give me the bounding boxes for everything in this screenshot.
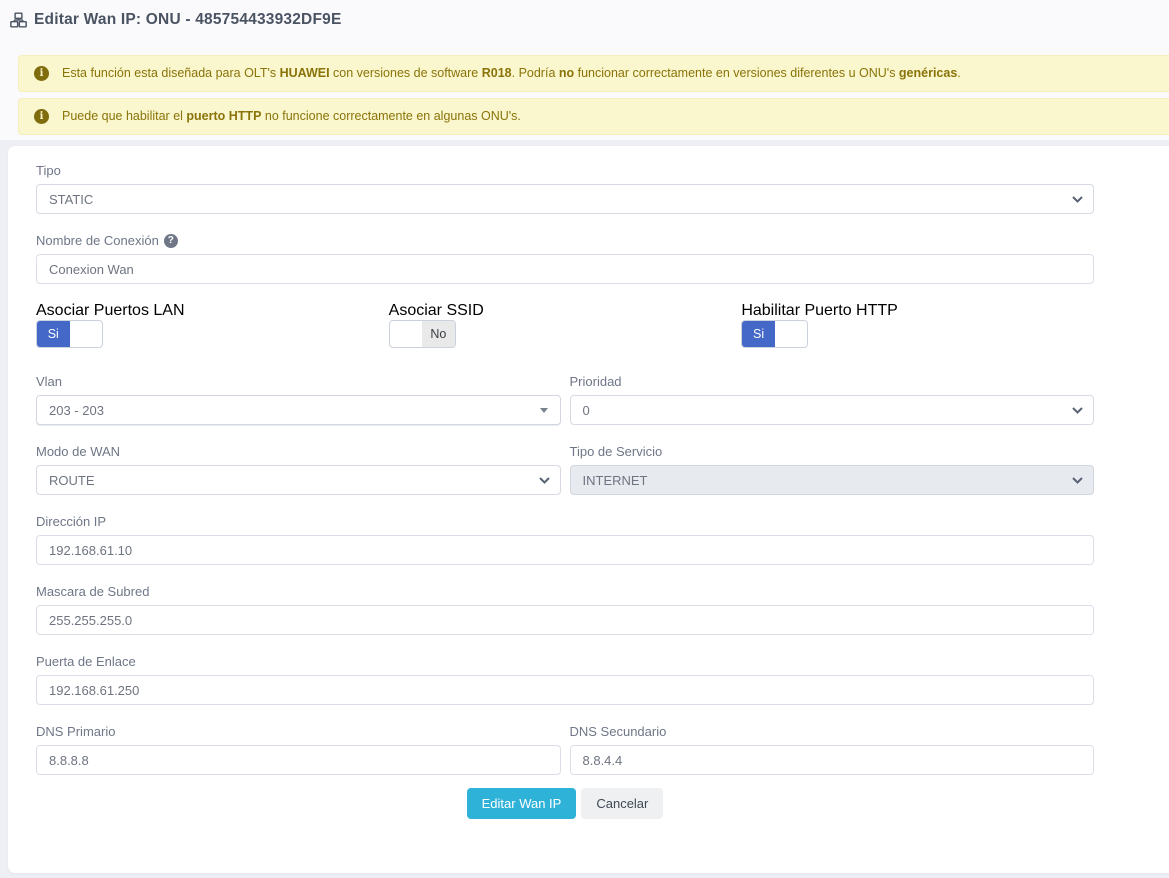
toggle-on-half: Si — [37, 321, 70, 347]
puerta-enlace-input[interactable] — [36, 675, 1094, 705]
vlan-group: Vlan 203 - 203 — [36, 373, 561, 425]
direccion-ip-group: Dirección IP — [36, 513, 1094, 565]
chevron-down-icon — [539, 477, 550, 484]
mascara-subred-input[interactable] — [36, 605, 1094, 635]
dns-secundario-input[interactable] — [570, 745, 1095, 775]
toggle-off-half — [775, 321, 808, 347]
nombre-conexion-group: Nombre de Conexión ? — [36, 232, 1094, 284]
form-actions: Editar Wan IP Cancelar — [36, 788, 1094, 819]
prioridad-group: Prioridad 0 — [570, 373, 1095, 425]
asociar-puertos-lan-toggle[interactable]: Si — [36, 320, 103, 348]
wan-ip-form-card: Tipo STATIC Nombre de Conexión ? Asociar… — [8, 146, 1169, 873]
dns-secundario-label: DNS Secundario — [570, 724, 667, 740]
vlan-select-value: 203 - 203 — [49, 403, 104, 418]
dns-primario-group: DNS Primario — [36, 723, 561, 775]
prioridad-select-value: 0 — [583, 403, 590, 418]
modo-wan-group: Modo de WAN ROUTE — [36, 443, 561, 495]
asociar-puertos-lan-group: Asociar Puertos LAN Si — [36, 302, 389, 348]
vlan-prioridad-row: Vlan 203 - 203 Prioridad 0 — [36, 373, 1094, 425]
dns-secundario-group: DNS Secundario — [570, 723, 1095, 775]
alert-huawei-text: Esta función esta diseñada para OLT's HU… — [62, 66, 961, 81]
habilitar-puerto-http-group: Habilitar Puerto HTTP Si — [741, 302, 1094, 348]
question-icon[interactable]: ? — [164, 234, 178, 248]
alert-huawei-warning: i Esta función esta diseñada para OLT's … — [18, 55, 1169, 92]
tipo-servicio-label: Tipo de Servicio — [570, 444, 663, 460]
asociar-ssid-toggle[interactable]: No — [389, 320, 456, 348]
top-zone: Editar Wan IP: ONU - 485754433932DF9E i … — [0, 0, 1169, 140]
toggle-on-half: Si — [742, 321, 775, 347]
asociar-ssid-group: Asociar SSID No — [389, 302, 742, 348]
tipo-label: Tipo — [36, 163, 61, 179]
caret-down-icon — [540, 408, 548, 413]
info-icon: i — [34, 109, 49, 124]
dns-row: DNS Primario DNS Secundario — [36, 723, 1094, 775]
vlan-label: Vlan — [36, 374, 62, 390]
content-zone: Tipo STATIC Nombre de Conexión ? Asociar… — [0, 140, 1169, 878]
puerta-enlace-group: Puerta de Enlace — [36, 653, 1094, 705]
prioridad-label: Prioridad — [570, 374, 622, 390]
dns-primario-label: DNS Primario — [36, 724, 115, 740]
chevron-down-icon — [1072, 477, 1083, 484]
asociar-ssid-label: Asociar SSID — [389, 302, 484, 319]
modo-wan-label: Modo de WAN — [36, 444, 120, 460]
direccion-ip-label: Dirección IP — [36, 514, 106, 530]
toggle-on-half — [390, 321, 423, 347]
dns-primario-input[interactable] — [36, 745, 561, 775]
puerta-enlace-label: Puerta de Enlace — [36, 654, 136, 670]
toggles-row: Asociar Puertos LAN Si Asociar SSID No H… — [36, 302, 1094, 348]
toggle-off-half — [70, 321, 103, 347]
editar-wan-ip-button[interactable]: Editar Wan IP — [467, 788, 577, 819]
asociar-puertos-lan-label: Asociar Puertos LAN — [36, 302, 185, 319]
tipo-group: Tipo STATIC — [36, 162, 1094, 214]
tipo-servicio-group: Tipo de Servicio INTERNET — [570, 443, 1095, 495]
prioridad-select[interactable]: 0 — [570, 395, 1095, 425]
cancelar-button[interactable]: Cancelar — [581, 788, 663, 819]
chevron-down-icon — [1072, 196, 1083, 203]
mascara-subred-label: Mascara de Subred — [36, 584, 149, 600]
modo-wan-select-value: ROUTE — [49, 473, 95, 488]
toggle-off-half: No — [422, 321, 455, 347]
nombre-conexion-input[interactable] — [36, 254, 1094, 284]
tipo-servicio-select: INTERNET — [570, 465, 1095, 495]
direccion-ip-input[interactable] — [36, 535, 1094, 565]
sitemap-icon — [10, 12, 27, 28]
modo-servicio-row: Modo de WAN ROUTE Tipo de Servicio INTER… — [36, 443, 1094, 495]
page-header: Editar Wan IP: ONU - 485754433932DF9E — [0, 0, 1169, 40]
vlan-select[interactable]: 203 - 203 — [36, 395, 561, 425]
habilitar-puerto-http-toggle[interactable]: Si — [741, 320, 808, 348]
info-icon: i — [34, 66, 49, 81]
tipo-select[interactable]: STATIC — [36, 184, 1094, 214]
page-title: Editar Wan IP: ONU - 485754433932DF9E — [34, 11, 341, 29]
mascara-subred-group: Mascara de Subred — [36, 583, 1094, 635]
tipo-select-value: STATIC — [49, 192, 93, 207]
chevron-down-icon — [1072, 407, 1083, 414]
habilitar-puerto-http-label: Habilitar Puerto HTTP — [741, 302, 898, 319]
alert-http-warning: i Puede que habilitar el puerto HTTP no … — [18, 98, 1169, 135]
alert-http-text: Puede que habilitar el puerto HTTP no fu… — [62, 109, 521, 124]
modo-wan-select[interactable]: ROUTE — [36, 465, 561, 495]
nombre-conexion-label: Nombre de Conexión ? — [36, 233, 178, 249]
tipo-servicio-select-value: INTERNET — [583, 473, 648, 488]
